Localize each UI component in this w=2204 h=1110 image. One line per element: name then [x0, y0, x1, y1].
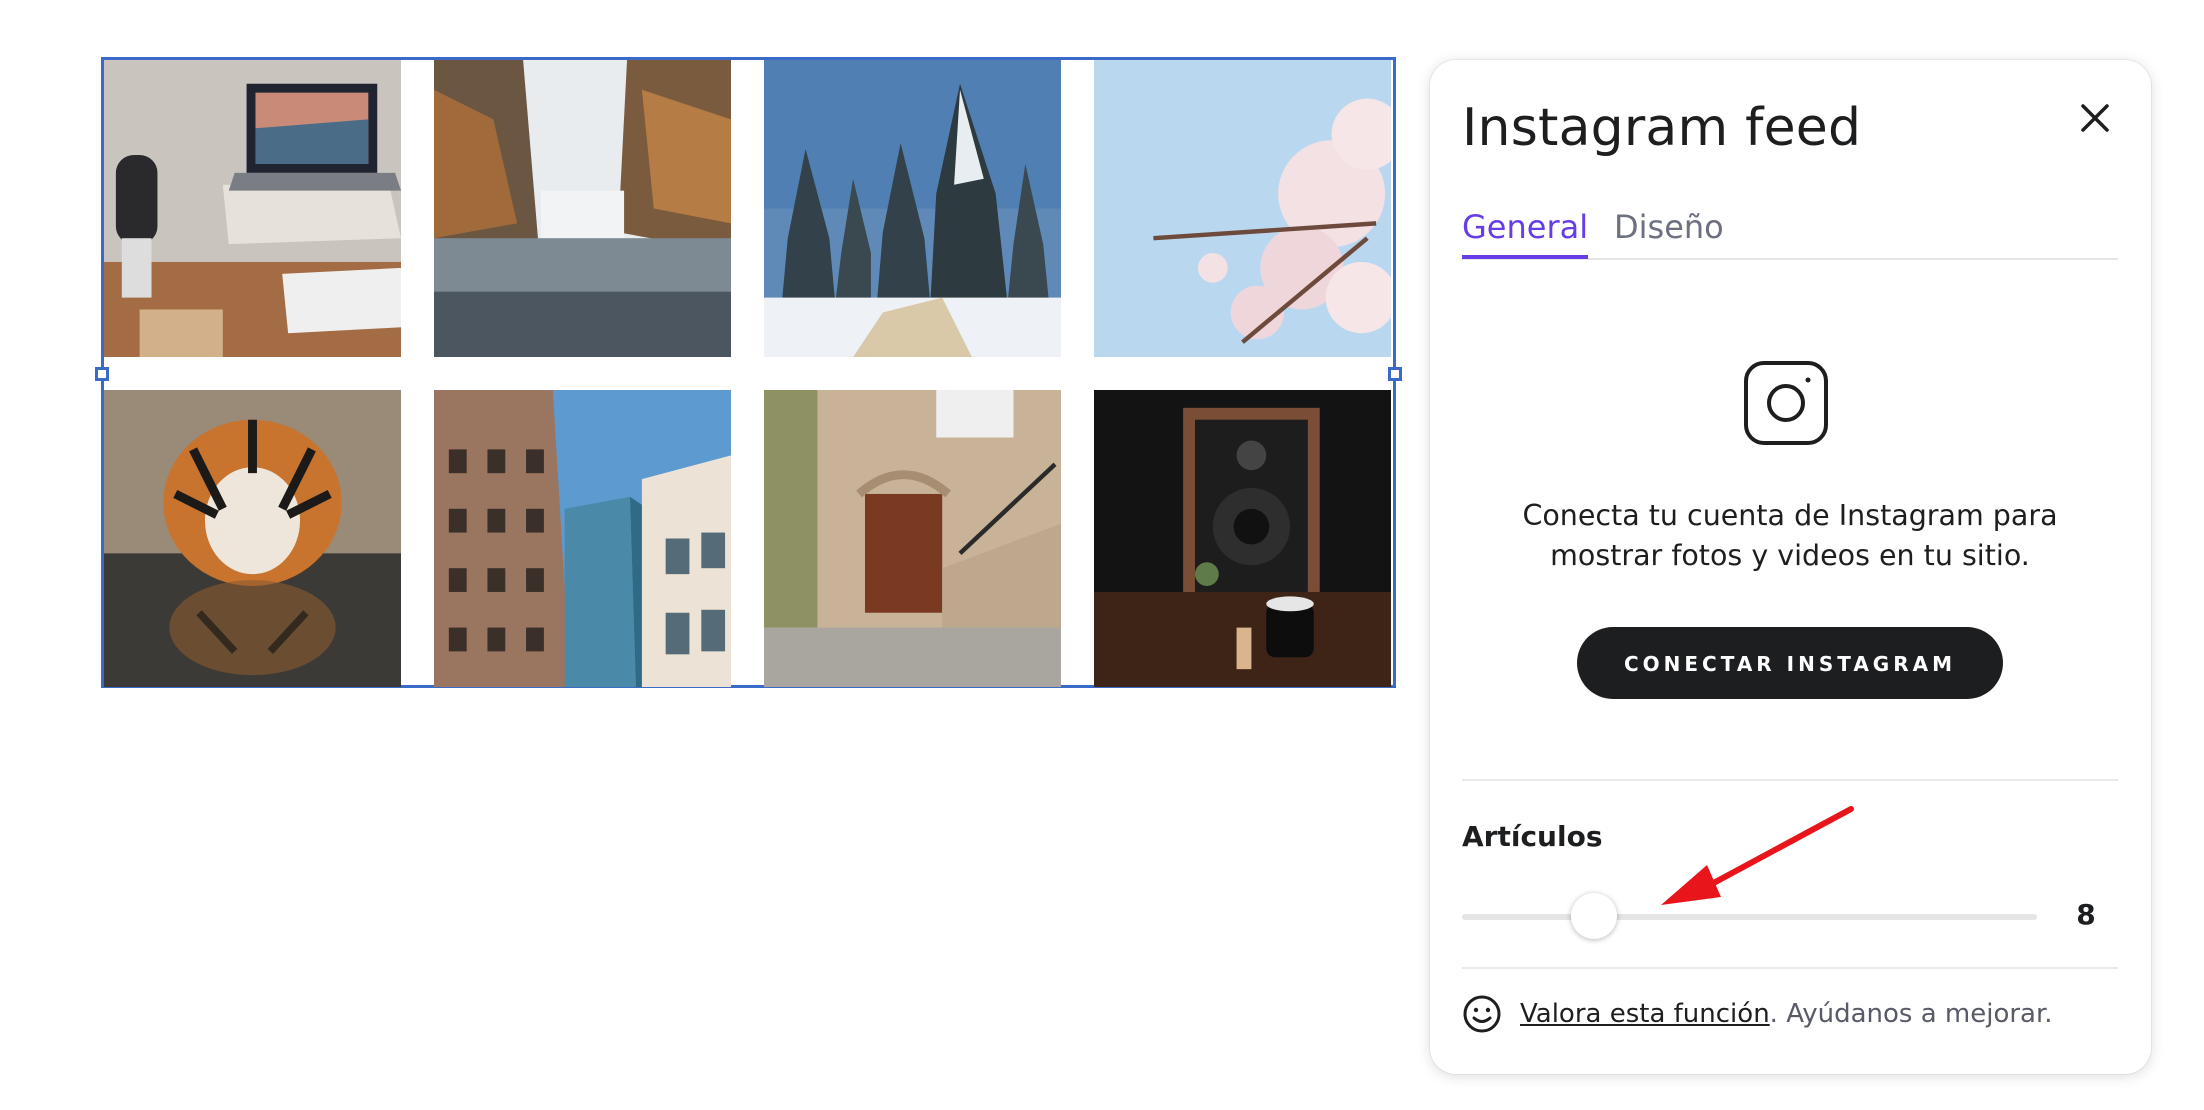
feed-tile-speaker[interactable]	[1094, 390, 1391, 687]
settings-panel: Instagram feed General Diseño Conecta tu…	[1430, 60, 2151, 1074]
resize-handle-left[interactable]	[95, 367, 109, 381]
connect-instagram-button[interactable]: CONECTAR INSTAGRAM	[1577, 627, 2003, 699]
feedback-text: . Ayúdanos a mejorar.	[1769, 999, 2053, 1029]
tab-general[interactable]: General	[1462, 208, 1589, 259]
items-label: Artículos	[1462, 820, 1603, 853]
connect-message: Conecta tu cuenta de Instagram para most…	[1522, 499, 2058, 572]
tab-design[interactable]: Diseño	[1614, 208, 1724, 256]
tab-bar: General Diseño	[1462, 208, 2118, 260]
items-slider-thumb[interactable]	[1571, 893, 1618, 939]
smile-icon	[1463, 995, 1501, 1033]
rate-feature-link[interactable]: Valora esta función	[1520, 999, 1770, 1029]
panel-title: Instagram feed	[1462, 98, 1862, 158]
feed-tile-desk-laptop[interactable]	[104, 60, 401, 357]
instagram-feed-block[interactable]	[95, 57, 1402, 688]
instagram-icon	[1743, 360, 1829, 446]
resize-handle-right[interactable]	[1388, 367, 1402, 381]
feed-tile-snowy-trees[interactable]	[764, 60, 1061, 357]
feed-tile-tiger[interactable]	[104, 390, 401, 687]
items-slider-track[interactable]	[1462, 914, 2037, 920]
section-divider	[1462, 779, 2118, 781]
items-value: 8	[2076, 898, 2096, 931]
feed-tile-stone-house[interactable]	[764, 390, 1061, 687]
feed-tile-cherry-blossom[interactable]	[1094, 60, 1391, 357]
feed-tile-waterfall[interactable]	[434, 60, 731, 357]
feed-tile-buildings[interactable]	[434, 390, 731, 687]
footer-divider	[1462, 967, 2118, 969]
feedback-row: Valora esta función . Ayúdanos a mejorar…	[1462, 992, 2053, 1036]
close-icon[interactable]	[2073, 96, 2117, 140]
